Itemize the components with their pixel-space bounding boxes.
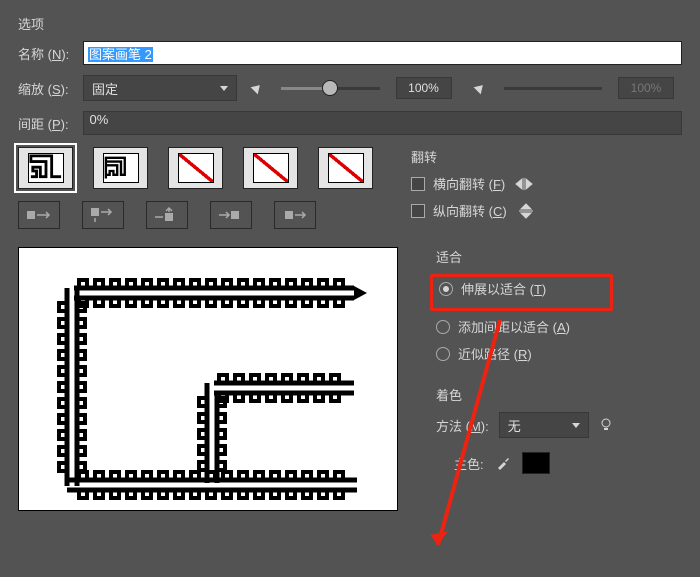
- tile-swatch-inner-corner[interactable]: [318, 147, 373, 189]
- tile-swatch-side[interactable]: [18, 147, 73, 189]
- fit-stretch-highlight: 伸展以适合 (T): [430, 274, 613, 311]
- method-dropdown[interactable]: 无: [499, 412, 589, 438]
- chevron-down-icon: [220, 86, 228, 91]
- options-title: 选项: [18, 14, 682, 33]
- brush-type-end[interactable]: [274, 201, 316, 229]
- scale-slider[interactable]: [281, 87, 380, 90]
- colorize-title: 着色: [436, 385, 613, 404]
- brush-type-outer-corner[interactable]: [82, 201, 124, 229]
- flip-vertical-checkbox[interactable]: [411, 204, 425, 218]
- tile-swatch-corner[interactable]: [93, 147, 148, 189]
- chevron-down-icon: [572, 423, 580, 428]
- scale-value[interactable]: 100%: [396, 77, 452, 99]
- flip-horizontal-label: 横向翻转 (F): [433, 174, 505, 193]
- tile-swatch-start[interactable]: [168, 147, 223, 189]
- flip-vertical-label: 纵向翻转 (C): [433, 201, 507, 220]
- method-value: 无: [508, 416, 521, 435]
- lightbulb-icon[interactable]: [599, 418, 613, 432]
- brush-type-side[interactable]: [18, 201, 60, 229]
- fit-stretch-radio[interactable]: 伸展以适合 (T): [439, 279, 604, 298]
- fit-addspace-radio[interactable]: 添加间距以适合 (A): [436, 317, 613, 336]
- name-input[interactable]: 图案画笔 2: [83, 41, 682, 65]
- brush-type-inner-corner[interactable]: [146, 201, 188, 229]
- name-label: 名称 (N):: [18, 44, 83, 63]
- spacing-input[interactable]: 0%: [83, 111, 683, 135]
- brush-type-start[interactable]: [210, 201, 252, 229]
- eyedropper-icon[interactable]: [496, 456, 510, 470]
- keycolor-label: 主色:: [454, 454, 484, 473]
- flip-h-icon: [515, 177, 533, 191]
- flip-v-icon: [517, 204, 535, 218]
- keycolor-swatch[interactable]: [522, 452, 550, 474]
- method-label: 方法 (M):: [436, 416, 489, 435]
- preview-area: [18, 247, 398, 511]
- greek-key-icon: [104, 154, 138, 182]
- scale-mode-value: 固定: [92, 79, 118, 98]
- cursor-icon: [251, 81, 265, 95]
- flip-title: 翻转: [411, 147, 535, 166]
- flip-horizontal-checkbox[interactable]: [411, 177, 425, 191]
- fit-title: 适合: [436, 247, 613, 266]
- scale-value-2: 100%: [618, 77, 674, 99]
- scale-label: 缩放 (S):: [18, 79, 83, 98]
- greek-key-icon: [29, 154, 63, 182]
- scale-mode-dropdown[interactable]: 固定: [83, 75, 237, 101]
- cursor-icon: [474, 81, 488, 95]
- spacing-label: 间距 (P):: [18, 114, 83, 133]
- fit-approx-radio[interactable]: 近似路径 (R): [436, 344, 613, 363]
- scale-slider-2: [504, 87, 603, 90]
- tile-swatch-end[interactable]: [243, 147, 298, 189]
